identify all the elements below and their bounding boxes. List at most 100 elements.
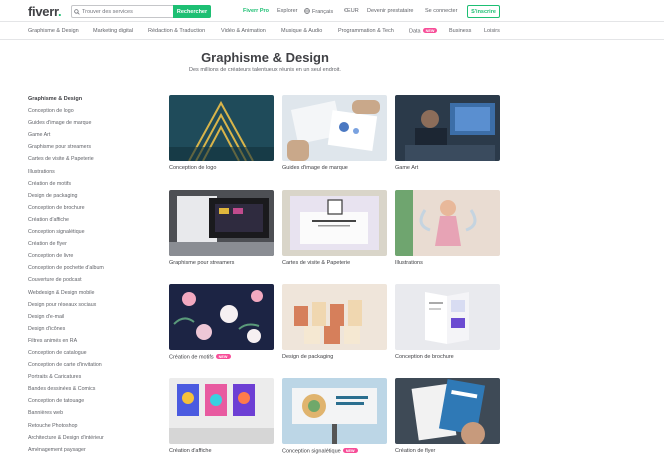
card-flyer-design[interactable]: Création de flyer <box>395 378 500 454</box>
sidebar-item[interactable]: Création de flyer <box>28 240 148 252</box>
category-data[interactable]: Data NEW <box>409 28 438 35</box>
sidebar-item[interactable]: Conception de logo <box>28 107 148 119</box>
card-brand-style-guides[interactable]: Guides d'image de marque <box>282 95 387 171</box>
card-label: Création de flyer <box>395 448 436 454</box>
subcategory-sidebar: Graphisme & Design Conception de logo Gui… <box>28 95 148 458</box>
sidebar-item[interactable]: Retouche Photoshop <box>28 422 148 434</box>
signin-link[interactable]: Se connecter <box>425 8 457 14</box>
sidebar-item[interactable]: Couverture de podcast <box>28 276 148 288</box>
card-label: Création de motifs NEW <box>169 354 274 361</box>
sidebar-item[interactable]: Design pour réseaux sociaux <box>28 301 148 313</box>
card-thumbnail <box>282 284 387 350</box>
sidebar-item[interactable]: Conception signalétique <box>28 228 148 240</box>
card-label: Design de packaging <box>282 354 334 360</box>
card-label: Game Art <box>395 165 419 171</box>
card-pattern-design[interactable]: Création de motifs NEW <box>169 284 274 361</box>
sidebar-item[interactable]: Conception de catalogue <box>28 349 148 361</box>
new-badge: NEW <box>342 448 358 453</box>
new-badge: NEW <box>215 354 231 359</box>
card-illustrations[interactable]: Illustrations <box>395 190 500 266</box>
card-label: Conception signalétique NEW <box>282 448 387 455</box>
card-thumbnail <box>282 95 387 161</box>
sidebar-item[interactable]: Architecture & Design d'intérieur <box>28 434 148 446</box>
category-data-label: Data <box>409 28 421 35</box>
sidebar-item[interactable]: Bannières web <box>28 409 148 421</box>
card-label: Création d'affiche <box>169 448 212 454</box>
search-input[interactable] <box>82 6 172 17</box>
join-button[interactable]: S'inscrire <box>467 5 500 18</box>
category-music-audio[interactable]: Musique & Audio <box>281 28 322 34</box>
card-label-text: Conception signalétique <box>282 448 341 455</box>
sidebar-item[interactable]: Cartes de visite & Papeterie <box>28 155 148 167</box>
sidebar-item[interactable]: Design d'e-mail <box>28 313 148 325</box>
category-business[interactable]: Business <box>449 28 471 34</box>
fiverr-logo[interactable]: fiverr. <box>28 4 62 19</box>
category-video-animation[interactable]: Vidéo & Animation <box>221 28 266 34</box>
sidebar-item[interactable]: Conception de carte d'invitation <box>28 361 148 373</box>
explore-link[interactable]: Explorer <box>277 8 297 14</box>
sidebar-item[interactable]: Guides d'image de marque <box>28 119 148 131</box>
page-title: Graphisme & Design <box>201 50 329 65</box>
language-selector[interactable]: Français <box>304 8 333 16</box>
card-brochure-design[interactable]: Conception de brochure <box>395 284 500 360</box>
sidebar-item[interactable]: Conception de tatouage <box>28 397 148 409</box>
sidebar-item[interactable]: Conception de livre <box>28 252 148 264</box>
card-thumbnail <box>169 378 274 444</box>
card-packaging-design[interactable]: Design de packaging <box>282 284 387 360</box>
sidebar-item[interactable]: Illustrations <box>28 168 148 180</box>
card-thumbnail <box>282 190 387 256</box>
card-thumbnail <box>395 190 500 256</box>
globe-icon <box>304 8 310 16</box>
currency-selector[interactable]: €EUR <box>344 8 359 14</box>
sidebar-title[interactable]: Graphisme & Design <box>28 95 148 107</box>
card-label: Conception de logo <box>169 165 217 171</box>
fiverr-pro-link[interactable]: Fiverr Pro <box>243 8 269 14</box>
top-header: fiverr. Rechercher Fiverr Pro Explorer F… <box>0 0 664 22</box>
card-label: Graphisme pour streamers <box>169 260 235 266</box>
category-graphic-design[interactable]: Graphisme & Design <box>28 28 79 34</box>
card-logo-design[interactable]: Conception de logo <box>169 95 274 171</box>
card-label: Guides d'image de marque <box>282 165 348 171</box>
categories-menu: Graphisme & Design Marketing digital Réd… <box>0 22 664 40</box>
category-programming-tech[interactable]: Programmation & Tech <box>338 28 394 34</box>
card-label: Illustrations <box>395 260 423 266</box>
category-writing-translation[interactable]: Rédaction & Traduction <box>148 28 205 34</box>
card-business-cards[interactable]: Cartes de visite & Papeterie <box>282 190 387 266</box>
category-digital-marketing[interactable]: Marketing digital <box>93 28 133 34</box>
card-game-art[interactable]: Game Art <box>395 95 500 171</box>
card-thumbnail <box>169 95 274 161</box>
card-label: Conception de brochure <box>395 354 454 360</box>
search-icon <box>72 6 82 17</box>
new-badge: NEW <box>422 28 438 33</box>
card-thumbnail <box>169 190 274 256</box>
sidebar-item[interactable]: Filtres animés en RA <box>28 337 148 349</box>
card-signage-design[interactable]: Conception signalétique NEW <box>282 378 387 455</box>
card-label-text: Création de motifs <box>169 354 214 361</box>
sidebar-item[interactable]: Design d'icônes <box>28 325 148 337</box>
search-button[interactable]: Rechercher <box>173 5 211 18</box>
card-thumbnail <box>282 378 387 444</box>
card-thumbnail <box>395 378 500 444</box>
sidebar-item[interactable]: Game Art <box>28 131 148 143</box>
become-seller-link[interactable]: Devenir prestataire <box>367 8 413 14</box>
page-subtitle: Des millions de créateurs talentueux réu… <box>189 67 341 73</box>
sidebar-item[interactable]: Conception de brochure <box>28 204 148 216</box>
category-lifestyle[interactable]: Loisirs <box>484 28 500 34</box>
sidebar-item[interactable]: Création d'affiche <box>28 216 148 228</box>
sidebar-item[interactable]: Design de packaging <box>28 192 148 204</box>
sidebar-item[interactable]: Portraits & Caricatures <box>28 373 148 385</box>
sidebar-item[interactable]: Graphisme pour streamers <box>28 143 148 155</box>
sidebar-item[interactable]: Création de motifs <box>28 180 148 192</box>
card-thumbnail <box>395 284 500 350</box>
card-streamer-graphics[interactable]: Graphisme pour streamers <box>169 190 274 266</box>
card-poster-design[interactable]: Création d'affiche <box>169 378 274 454</box>
search-bar: Rechercher <box>71 5 211 18</box>
card-thumbnail <box>395 95 500 161</box>
card-label: Cartes de visite & Papeterie <box>282 260 351 266</box>
sidebar-item[interactable]: Aménagement paysager <box>28 446 148 458</box>
card-thumbnail <box>169 284 274 350</box>
sidebar-item[interactable]: Conception de pochette d'album <box>28 264 148 276</box>
sidebar-item[interactable]: Bandes dessinées & Comics <box>28 385 148 397</box>
language-label: Français <box>312 9 334 15</box>
sidebar-item[interactable]: Webdesign & Design mobile <box>28 289 148 301</box>
